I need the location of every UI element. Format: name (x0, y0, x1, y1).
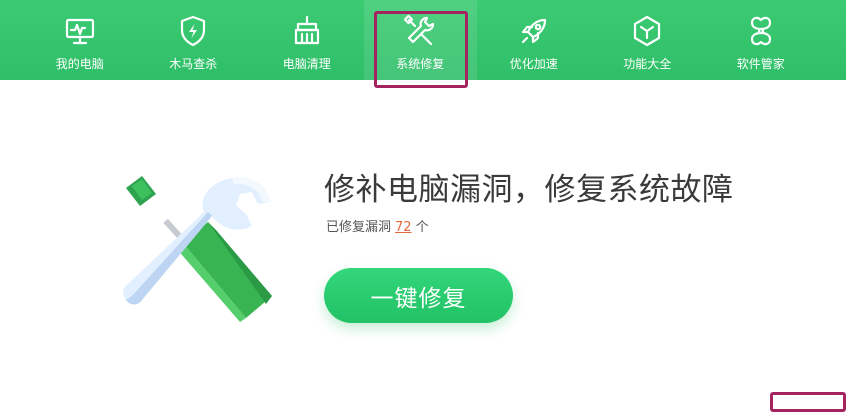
top-navigation-bar: 我的电脑 木马查杀 电脑清理 系统修复 优化加速 功能大全 软件管家 (0, 0, 846, 80)
nav-item-trojan-scan[interactable]: 木马查杀 (137, 0, 251, 80)
rocket-icon (517, 14, 551, 48)
apps-grid-icon (744, 14, 778, 48)
nav-item-cleanup[interactable]: 电脑清理 (250, 0, 364, 80)
nav-label: 系统修复 (396, 57, 445, 71)
nav-label: 我的电脑 (55, 57, 104, 71)
broom-icon (290, 14, 324, 48)
nav-label: 软件管家 (736, 57, 785, 71)
tools-illustration (112, 172, 282, 330)
highlight-box-corner (770, 392, 846, 412)
nav-item-optimize[interactable]: 优化加速 (477, 0, 591, 80)
nav-item-all-features[interactable]: 功能大全 (591, 0, 705, 80)
fixed-suffix: 个 (415, 220, 429, 235)
nav-label: 优化加速 (509, 57, 558, 71)
monitor-icon (63, 14, 97, 48)
nav-item-software-manager[interactable]: 软件管家 (704, 0, 818, 80)
nav-label: 功能大全 (623, 57, 672, 71)
nav-label: 木马查杀 (169, 57, 218, 71)
main-nav: 我的电脑 木马查杀 电脑清理 系统修复 优化加速 功能大全 软件管家 (23, 0, 818, 80)
shield-bolt-icon (176, 14, 210, 48)
one-click-repair-button[interactable]: 一键修复 (324, 268, 513, 323)
fixed-prefix: 已修复漏洞 (326, 220, 392, 235)
page-headline: 修补电脑漏洞，修复系统故障 (324, 172, 734, 208)
wrench-screwdriver-icon (403, 14, 437, 48)
fixed-vulnerabilities-text: 已修复漏洞 72 个 (326, 219, 429, 237)
nav-item-my-computer[interactable]: 我的电脑 (23, 0, 137, 80)
screwdriver-icon (126, 176, 272, 322)
nav-item-system-repair[interactable]: 系统修复 (363, 0, 477, 80)
fixed-count-link[interactable]: 72 (395, 220, 412, 235)
nav-label: 电脑清理 (282, 57, 331, 71)
cube-icon (630, 14, 664, 48)
